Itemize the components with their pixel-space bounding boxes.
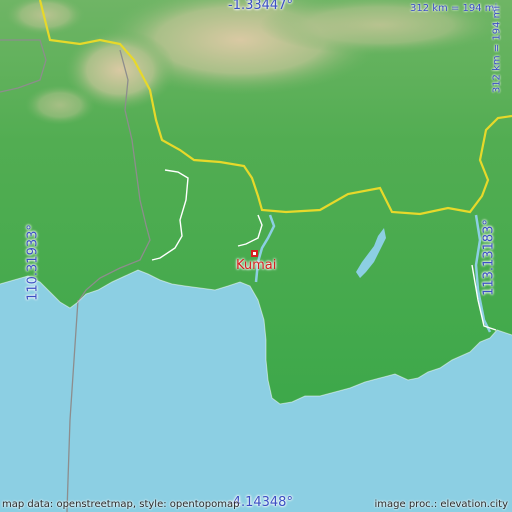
map-view[interactable]: Kumai -1.33447° -4.14348° 110.31933° 113… xyxy=(0,0,512,512)
hill-patch xyxy=(25,85,95,125)
coord-top: -1.33447° xyxy=(228,0,293,13)
scale-horizontal: 312 km = 194 mi xyxy=(410,3,498,14)
city-label[interactable]: Kumai xyxy=(236,258,276,273)
image-credit: image proc.: elevation.city xyxy=(374,499,509,510)
scale-vertical: 312 km = 194 mi xyxy=(491,5,503,94)
map-credit: map data: openstreetmap, style: opentopo… xyxy=(2,499,240,510)
coord-left: 110.31933° xyxy=(25,224,41,301)
city-marker[interactable] xyxy=(251,250,258,257)
coord-right: 113.13183° xyxy=(481,219,497,296)
